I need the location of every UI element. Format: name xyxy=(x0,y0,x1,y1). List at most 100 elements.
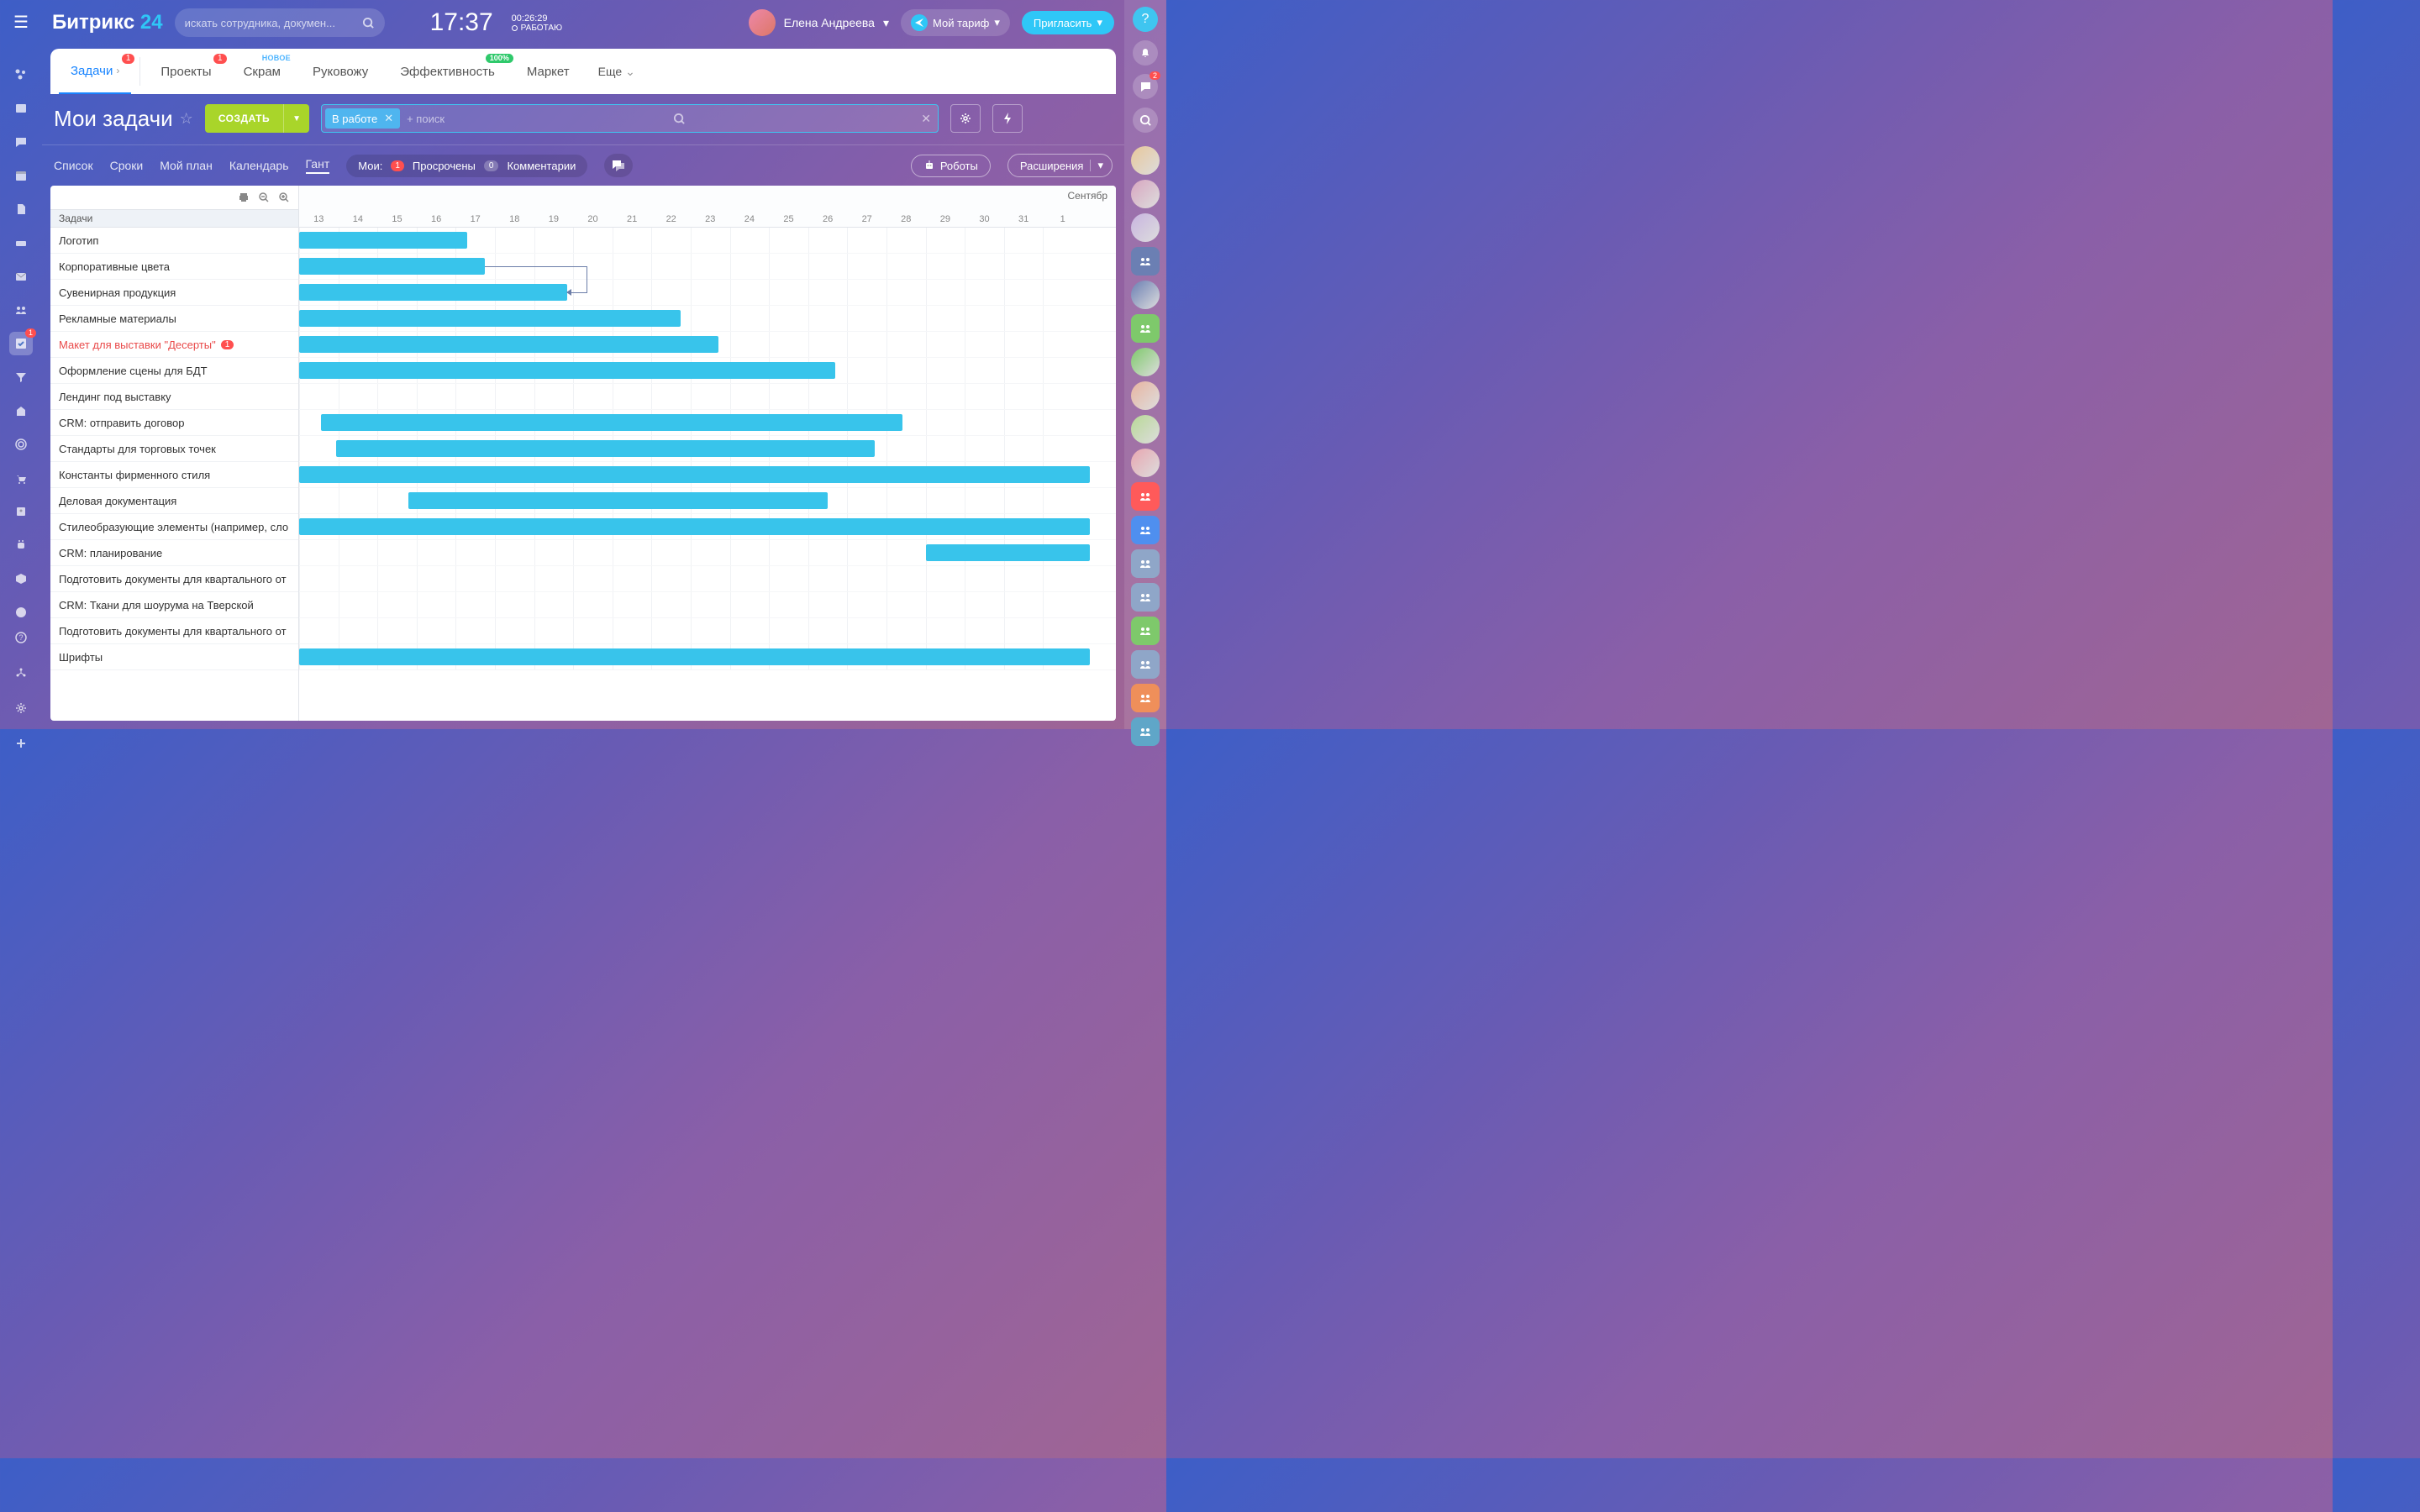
contact-avatar[interactable] xyxy=(1131,415,1160,444)
nav-feed-icon[interactable] xyxy=(9,63,33,87)
task-row[interactable]: Корпоративные цвета xyxy=(50,254,298,280)
comments-link[interactable]: Комментарии xyxy=(507,160,576,172)
overdue-link[interactable]: Просрочены xyxy=(413,160,476,172)
zoom-in-icon[interactable] xyxy=(278,192,290,203)
tab-tasks[interactable]: Задачи1› xyxy=(59,49,131,94)
gantt-bar[interactable] xyxy=(408,492,828,509)
gantt-bar[interactable] xyxy=(299,336,718,353)
contact-avatar[interactable] xyxy=(1131,281,1160,309)
filter-chip-inwork[interactable]: В работе✕ xyxy=(325,108,400,129)
task-row[interactable]: Стандарты для торговых точек xyxy=(50,436,298,462)
channel-icon[interactable] xyxy=(1131,684,1160,712)
group-chat-icon[interactable] xyxy=(1131,314,1160,343)
nav-drive-icon[interactable] xyxy=(9,231,33,255)
view-list[interactable]: Список xyxy=(54,159,93,172)
gantt-bar[interactable] xyxy=(299,310,681,327)
channel-icon[interactable] xyxy=(1131,482,1160,511)
print-icon[interactable] xyxy=(238,192,250,203)
contact-avatar[interactable] xyxy=(1131,213,1160,242)
nav-target-icon[interactable] xyxy=(9,433,33,456)
task-row[interactable]: CRM: отправить договор xyxy=(50,410,298,436)
nav-shop-icon[interactable] xyxy=(9,466,33,490)
settings-button[interactable] xyxy=(950,104,981,133)
group-chat-icon[interactable] xyxy=(1131,247,1160,276)
tab-projects[interactable]: Проекты1 xyxy=(149,49,223,94)
view-myplan[interactable]: Мой план xyxy=(160,159,213,172)
gantt-bar[interactable] xyxy=(299,648,1090,665)
task-row[interactable]: Деловая документация xyxy=(50,488,298,514)
automation-button[interactable] xyxy=(992,104,1023,133)
contact-avatar[interactable] xyxy=(1131,348,1160,376)
task-row[interactable]: Логотип xyxy=(50,228,298,254)
filter-search-icon[interactable] xyxy=(666,113,692,125)
channel-icon[interactable] xyxy=(1131,617,1160,645)
channel-icon[interactable] xyxy=(1131,717,1160,746)
zoom-out-icon[interactable] xyxy=(258,192,270,203)
view-gantt[interactable]: Гант xyxy=(306,157,330,174)
notifications-icon[interactable] xyxy=(1133,40,1158,66)
recent-chat-icon[interactable]: 2 xyxy=(1133,74,1158,99)
chip-close-icon[interactable]: ✕ xyxy=(384,112,393,125)
nav-calendar-icon[interactable] xyxy=(9,164,33,187)
filter-bar[interactable]: В работе✕ + поиск ✕ xyxy=(321,104,939,133)
global-search[interactable]: искать сотрудника, докумен... xyxy=(175,8,385,37)
task-row[interactable]: Макет для выставки "Десерты"1 xyxy=(50,332,298,358)
search-icon[interactable] xyxy=(362,17,375,29)
task-row[interactable]: Подготовить документы для квартального о… xyxy=(50,566,298,592)
nav-box-icon[interactable] xyxy=(9,567,33,591)
channel-icon[interactable] xyxy=(1131,516,1160,544)
tab-supervise[interactable]: Руковожу xyxy=(301,49,380,94)
filter-clear-icon[interactable]: ✕ xyxy=(914,112,938,126)
gantt-bar[interactable] xyxy=(299,466,1090,483)
task-row[interactable]: CRM: планирование xyxy=(50,540,298,566)
channel-icon[interactable] xyxy=(1131,549,1160,578)
search-icon[interactable] xyxy=(1133,108,1158,133)
gantt-timeline[interactable]: Сентябр 13141516171819202122232425262728… xyxy=(299,186,1116,721)
nav-add-icon[interactable] xyxy=(9,732,33,755)
task-row[interactable]: Сувенирная продукция xyxy=(50,280,298,306)
gantt-bar[interactable] xyxy=(299,258,485,275)
help-icon[interactable]: ? xyxy=(1133,7,1158,32)
nav-groups-icon[interactable] xyxy=(9,298,33,322)
create-dropdown[interactable]: ▼ xyxy=(283,104,309,133)
hamburger-icon[interactable]: ☰ xyxy=(8,7,34,38)
nav-contacts-icon[interactable] xyxy=(9,500,33,523)
contact-avatar[interactable] xyxy=(1131,381,1160,410)
gantt-bar[interactable] xyxy=(299,232,467,249)
nav-chat-icon[interactable] xyxy=(9,130,33,154)
gantt-bar[interactable] xyxy=(336,440,875,457)
nav-help-icon[interactable]: ? xyxy=(9,626,33,649)
nav-tasks-icon[interactable]: 1 xyxy=(9,332,33,355)
task-row[interactable]: Шрифты xyxy=(50,644,298,670)
nav-settings-icon[interactable] xyxy=(9,696,33,720)
logo[interactable]: Битрикс 24 xyxy=(52,11,163,34)
worktime[interactable]: 00:26:29 РАБОТАЮ xyxy=(512,13,562,33)
nav-news-icon[interactable] xyxy=(9,97,33,120)
task-row[interactable]: Стилеобразующие элементы (например, сло xyxy=(50,514,298,540)
nav-android-icon[interactable] xyxy=(9,533,33,557)
nav-mail-icon[interactable] xyxy=(9,265,33,288)
gantt-bar[interactable] xyxy=(299,518,1090,535)
tab-scrum[interactable]: НОВОЕСкрам xyxy=(232,49,292,94)
contact-avatar[interactable] xyxy=(1131,449,1160,477)
chat-counter-button[interactable] xyxy=(604,154,633,177)
contact-avatar[interactable] xyxy=(1131,146,1160,175)
nav-docs-icon[interactable] xyxy=(9,197,33,221)
create-button[interactable]: СОЗДАТЬ ▼ xyxy=(205,104,309,133)
tab-efficiency[interactable]: Эффективность100% xyxy=(388,49,507,94)
nav-filter-icon[interactable] xyxy=(9,365,33,389)
contact-avatar[interactable] xyxy=(1131,180,1160,208)
task-row[interactable]: Подготовить документы для квартального о… xyxy=(50,618,298,644)
channel-icon[interactable] xyxy=(1131,650,1160,679)
task-row[interactable]: CRM: Ткани для шоурума на Тверской xyxy=(50,592,298,618)
tab-more[interactable]: Еще ⌄ xyxy=(590,65,644,79)
star-icon[interactable]: ☆ xyxy=(180,110,193,128)
task-row[interactable]: Рекламные материалы xyxy=(50,306,298,332)
tariff-button[interactable]: Мой тариф ▾ xyxy=(901,9,1010,36)
view-deadlines[interactable]: Сроки xyxy=(110,159,144,172)
view-calendar[interactable]: Календарь xyxy=(229,159,289,172)
robots-button[interactable]: Роботы xyxy=(911,155,991,177)
user-menu[interactable]: Елена Андреева ▾ xyxy=(749,9,889,36)
invite-button[interactable]: Пригласить ▾ xyxy=(1022,11,1114,34)
task-row[interactable]: Константы фирменного стиля xyxy=(50,462,298,488)
